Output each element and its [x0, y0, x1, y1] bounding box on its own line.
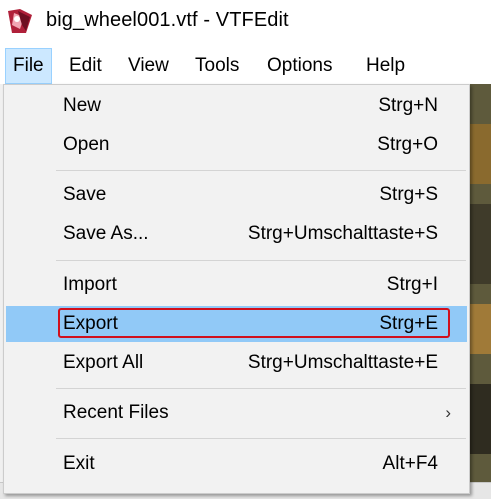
- menu-item-label: Exit: [63, 453, 95, 474]
- menu-item-shortcut: Strg+N: [378, 95, 438, 116]
- menu-item-open[interactable]: Open Strg+O: [6, 127, 467, 163]
- title-bar: big_wheel001.vtf - VTFEdit: [0, 0, 491, 46]
- menu-item-export[interactable]: Export Strg+E: [6, 306, 467, 342]
- menu-item-label: Save: [63, 184, 107, 205]
- menu-item-shortcut: Strg+I: [386, 274, 438, 295]
- menu-item-label: New: [63, 95, 102, 116]
- menu-options[interactable]: Options: [260, 48, 339, 84]
- menu-item-shortcut: Strg+E: [379, 313, 438, 334]
- menu-help[interactable]: Help: [359, 48, 412, 84]
- menu-item-label: Export All: [63, 352, 144, 373]
- menu-item-save[interactable]: Save Strg+S: [6, 177, 467, 213]
- menu-separator: [56, 388, 466, 389]
- menu-item-export-all[interactable]: Export All Strg+Umschalttaste+E: [6, 345, 467, 381]
- menu-tools[interactable]: Tools: [188, 48, 246, 84]
- menu-item-save-as[interactable]: Save As... Strg+Umschalttaste+S: [6, 216, 467, 252]
- texture-preview: [470, 84, 491, 498]
- menu-item-label: Export: [63, 313, 118, 334]
- menu-item-label: Import: [63, 274, 117, 295]
- menu-item-shortcut: Strg+Umschalttaste+E: [247, 352, 438, 373]
- vtfedit-app-icon: [6, 7, 34, 35]
- menu-item-import[interactable]: Import Strg+I: [6, 267, 467, 303]
- menu-bar: File Edit View Tools Options Help: [0, 48, 491, 84]
- menu-item-shortcut: Strg+O: [377, 134, 438, 155]
- menu-item-exit[interactable]: Exit Alt+F4: [6, 446, 467, 482]
- chevron-right-icon: ›: [445, 403, 451, 422]
- menu-item-shortcut: Alt+F4: [382, 453, 438, 474]
- menu-item-label: Open: [63, 134, 110, 155]
- menu-separator: [56, 260, 466, 261]
- file-menu-dropdown: New Strg+N Open Strg+O Save Strg+S Save …: [3, 84, 470, 494]
- menu-view[interactable]: View: [121, 48, 176, 84]
- menu-file[interactable]: File: [5, 48, 52, 84]
- menu-item-shortcut: Strg+Umschalttaste+S: [247, 223, 438, 244]
- menu-item-recent-files[interactable]: Recent Files ›: [6, 395, 467, 431]
- menu-separator: [56, 438, 466, 439]
- menu-item-label: Save As...: [63, 223, 149, 244]
- menu-separator: [56, 170, 466, 171]
- menu-item-new[interactable]: New Strg+N: [6, 88, 467, 124]
- menu-item-label: Recent Files: [63, 402, 169, 423]
- menu-edit[interactable]: Edit: [62, 48, 109, 84]
- window-title: big_wheel001.vtf - VTFEdit: [46, 9, 289, 31]
- menu-item-shortcut: Strg+S: [379, 184, 438, 205]
